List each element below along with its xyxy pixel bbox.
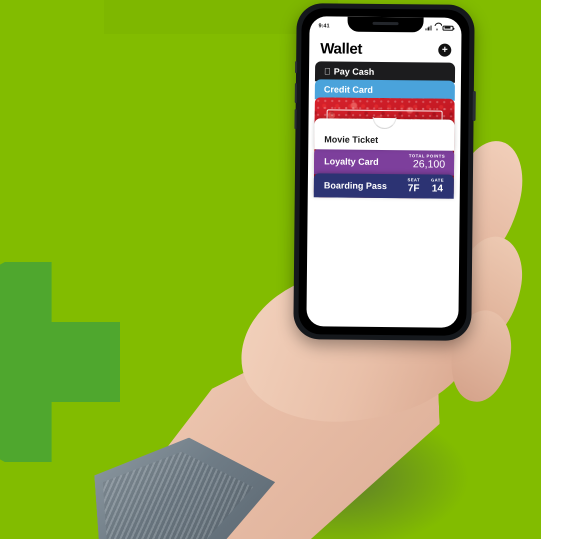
cellular-signal-icon xyxy=(425,24,432,30)
power-button[interactable] xyxy=(472,90,476,121)
volume-down-button[interactable] xyxy=(293,109,297,130)
boarding-gate-field: GATE 14 xyxy=(431,178,444,195)
display-notch xyxy=(347,16,424,33)
smartphone-device: 9:41 Wallet +  Pay C xyxy=(293,3,476,341)
screenshot-stage: 9:41 Wallet +  Pay C xyxy=(0,0,575,539)
apple-logo-icon:  xyxy=(324,66,331,76)
card-boarding-pass-label: Boarding Pass xyxy=(323,180,387,192)
card-loyalty[interactable]: Loyalty Card TOTAL POINTS 26,100 xyxy=(313,148,455,176)
boarding-pass-fields: SEAT 7F GATE 14 xyxy=(407,178,444,195)
phone-bezel: 9:41 Wallet +  Pay C xyxy=(298,8,470,336)
loyalty-points-value: 26,100 xyxy=(412,158,446,171)
loyalty-points-group: TOTAL POINTS 26,100 xyxy=(409,153,446,171)
boarding-seat-value: 7F xyxy=(407,182,420,194)
bottom-card-stack: Movie Ticket Loyalty Card TOTAL POINTS 2… xyxy=(313,117,455,199)
silent-switch[interactable] xyxy=(294,61,298,74)
phone-screen: 9:41 Wallet +  Pay C xyxy=(306,16,462,328)
wallet-header: Wallet + xyxy=(309,34,461,63)
card-loyalty-label: Loyalty Card xyxy=(324,156,379,167)
add-card-button[interactable]: + xyxy=(438,43,452,57)
card-pay-cash-label: Pay Cash xyxy=(326,66,375,77)
card-movie-ticket-label: Movie Ticket xyxy=(324,134,379,145)
boarding-seat-field: SEAT 7F xyxy=(407,178,420,194)
page-title: Wallet xyxy=(320,40,363,58)
earpiece-speaker-icon xyxy=(372,21,399,25)
card-boarding-pass[interactable]: Boarding Pass SEAT 7F GATE 14 xyxy=(313,173,454,199)
boarding-gate-value: 14 xyxy=(431,183,443,195)
card-credit-card-label: Credit Card xyxy=(323,84,373,95)
plus-icon: + xyxy=(441,44,448,56)
card-stack:  Pay Cash Credit Card YOUR LOGO HERE RE… xyxy=(308,61,461,199)
card-movie-ticket[interactable]: Movie Ticket xyxy=(314,117,455,151)
status-bar-time: 9:41 xyxy=(318,23,330,30)
ticket-notch xyxy=(373,117,396,130)
battery-icon xyxy=(442,25,454,31)
wifi-icon xyxy=(434,25,440,30)
volume-up-button[interactable] xyxy=(294,83,297,104)
status-bar-indicators xyxy=(425,24,454,31)
